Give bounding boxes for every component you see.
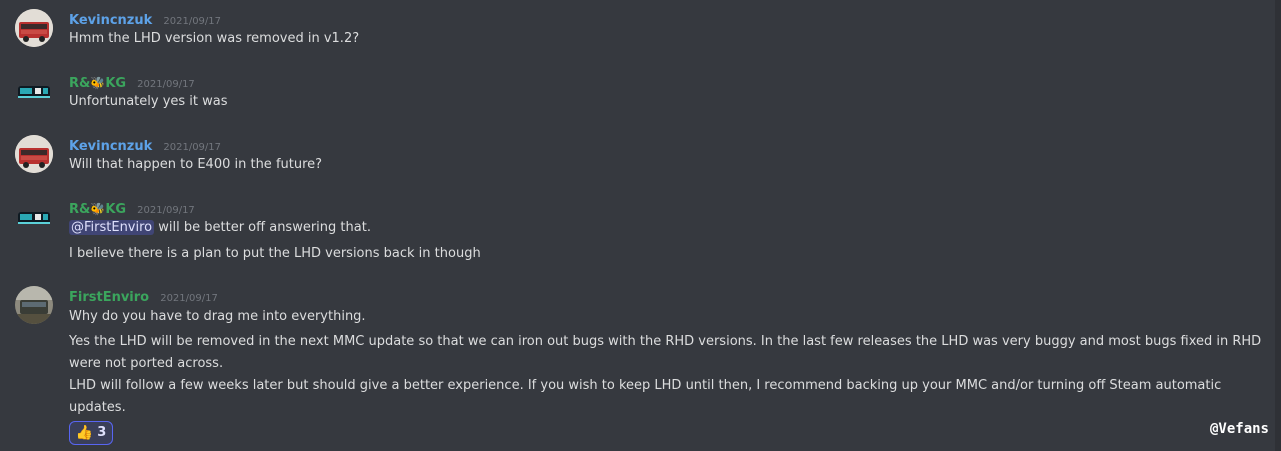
message-header: Kevincnzuk 2021/09/17	[69, 9, 222, 28]
thumbs-up-icon: 👍	[75, 425, 94, 441]
bus-avatar-icon	[15, 9, 53, 47]
message-text: @FirstEnviro will be better off answerin…	[69, 217, 371, 239]
username[interactable]: Kevincnzuk	[69, 13, 152, 28]
scrollbar[interactable]	[1275, 0, 1281, 451]
username-suffix: KG	[105, 202, 127, 217]
user-mention[interactable]: @FirstEnviro	[69, 220, 155, 235]
timestamp: 2021/09/17	[137, 205, 195, 216]
message-header: Kevincnzuk 2021/09/17	[69, 135, 222, 154]
message-group-1: Kevincnzuk 2021/09/17 Hmm the LHD versio…	[0, 9, 1275, 59]
username-prefix: R&	[69, 202, 91, 217]
bus-logo-avatar-icon	[18, 212, 50, 224]
bee-emoji-icon: 🐝	[90, 202, 106, 216]
username-prefix: R&	[69, 76, 91, 91]
message-group-4: R&🐝KG 2021/09/17 @FirstEnviro will be be…	[0, 198, 1275, 268]
timestamp: 2021/09/17	[137, 79, 195, 90]
reaction-count: 3	[97, 425, 107, 440]
watermark: @Vefans	[1209, 421, 1269, 437]
user-avatar[interactable]	[15, 9, 53, 47]
message-text: Yes the LHD will be removed in the next …	[69, 334, 1262, 371]
reaction-thumbs-up-button[interactable]: 👍 3	[69, 421, 113, 445]
user-avatar[interactable]	[15, 198, 53, 236]
message-text: Hmm the LHD version was removed in v1.2?	[69, 31, 360, 46]
user-avatar[interactable]	[15, 135, 53, 173]
message-group-2: R&🐝KG 2021/09/17 Unfortunately yes it wa…	[0, 72, 1275, 122]
message-group-5: FirstEnviro 2021/09/17 Why do you have t…	[0, 286, 1275, 451]
message-header: FirstEnviro 2021/09/17	[69, 286, 218, 305]
message-text-after-mention: will be better off answering that.	[158, 220, 371, 235]
timestamp: 2021/09/17	[160, 293, 218, 304]
message-text: LHD will follow a few weeks later but sh…	[69, 378, 1222, 415]
username[interactable]: R&🐝KG	[69, 76, 126, 91]
username[interactable]: FirstEnviro	[69, 290, 149, 305]
bee-emoji-icon: 🐝	[90, 76, 106, 90]
timestamp: 2021/09/17	[163, 142, 222, 153]
message-text: Unfortunately yes it was	[69, 94, 228, 109]
message-header: R&🐝KG 2021/09/17	[69, 72, 195, 91]
username[interactable]: Kevincnzuk	[69, 139, 152, 154]
message-text: Why do you have to drag me into everythi…	[69, 309, 366, 324]
message-header: R&🐝KG 2021/09/17	[69, 198, 195, 217]
username[interactable]: R&🐝KG	[69, 202, 126, 217]
bus-avatar-icon	[15, 135, 53, 173]
message-text: I believe there is a plan to put the LHD…	[69, 246, 481, 261]
bus-logo-avatar-icon	[18, 86, 50, 98]
username-suffix: KG	[105, 76, 127, 91]
user-avatar[interactable]	[15, 72, 53, 110]
timestamp: 2021/09/17	[163, 16, 222, 27]
photo-avatar-icon	[15, 286, 53, 324]
user-avatar[interactable]	[15, 286, 53, 324]
message-text: Will that happen to E400 in the future?	[69, 157, 323, 172]
message-group-3: Kevincnzuk 2021/09/17 Will that happen t…	[0, 135, 1275, 185]
